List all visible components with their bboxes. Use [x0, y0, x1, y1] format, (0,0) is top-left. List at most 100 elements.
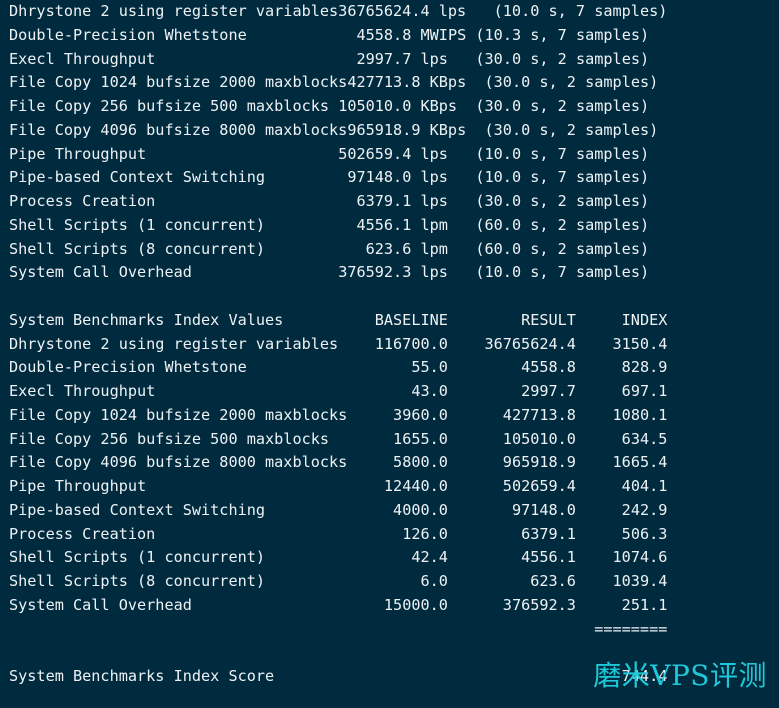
test-value: 427713.8 — [347, 73, 421, 92]
baseline-value: 42.4 — [411, 548, 448, 567]
raw-result-row: Pipe Throughput 502659.4 lps (10.0 s, 7 … — [9, 143, 779, 167]
index-value: 634.5 — [621, 429, 668, 448]
result-value: 376592.3 — [502, 595, 576, 614]
index-value: 1665.4 — [612, 453, 668, 472]
test-value: 6379.1 — [356, 192, 412, 210]
test-unit: MWIPS — [420, 25, 467, 44]
baseline-value: 116700.0 — [374, 334, 448, 353]
result-value: 36765624.4 — [484, 334, 576, 353]
index-row: Shell Scripts (1 concurrent) 42.4 4556.1… — [9, 546, 779, 570]
test-detail: (10.0 s, 7 samples) — [475, 263, 650, 282]
index-value: 1080.1 — [612, 405, 668, 424]
index-value: 1074.6 — [612, 548, 668, 567]
test-value: 502659.4 — [338, 144, 412, 163]
raw-result-row: Shell Scripts (1 concurrent) 4556.1 lpm … — [9, 214, 779, 238]
test-detail: (30.0 s, 2 samples) — [475, 192, 650, 210]
baseline-value: 3960.0 — [393, 405, 448, 424]
test-name: Dhrystone 2 using register variables — [9, 334, 339, 353]
index-row: Shell Scripts (8 concurrent) 6.0 623.6 1… — [9, 570, 779, 594]
baseline-value: 1655.0 — [393, 429, 448, 448]
test-name: File Copy 256 bufsize 500 maxblocks — [9, 97, 330, 115]
baseline-value: 4000.0 — [393, 500, 448, 519]
test-unit: lps — [420, 49, 448, 68]
test-value: 105010.0 — [338, 97, 412, 115]
raw-result-row: File Copy 4096 bufsize 8000 maxblocks965… — [9, 119, 779, 143]
raw-result-row: Process Creation 6379.1 lps (30.0 s, 2 s… — [9, 190, 779, 214]
test-unit: KBps — [429, 73, 467, 92]
test-detail: (30.0 s, 2 samples) — [475, 97, 650, 115]
raw-result-row: Shell Scripts (8 concurrent) 623.6 lpm (… — [9, 238, 779, 262]
index-row: Process Creation 126.0 6379.1 506.3 — [9, 523, 779, 547]
test-name: Pipe-based Context Switching — [9, 168, 266, 187]
test-name: Process Creation — [9, 524, 156, 543]
result-value: 502659.4 — [502, 477, 576, 495]
index-row: System Call Overhead 15000.0 376592.3 25… — [9, 594, 779, 618]
test-name: Dhrystone 2 using register variables — [9, 2, 339, 20]
index-row: Pipe Throughput 12440.0 502659.4 404.1 — [9, 475, 779, 499]
baseline-value: 6.0 — [420, 572, 448, 590]
result-value: 105010.0 — [502, 429, 576, 448]
index-value: 251.1 — [621, 595, 668, 614]
index-value: 242.9 — [621, 500, 668, 519]
index-value: 828.9 — [621, 358, 668, 377]
result-value: 4558.8 — [521, 358, 576, 377]
test-value: 4558.8 — [356, 25, 412, 44]
baseline-value: 126.0 — [402, 524, 448, 543]
raw-result-row: Dhrystone 2 using register variables3676… — [9, 0, 779, 24]
col-baseline: BASELINE — [374, 310, 448, 329]
raw-result-row: Double-Precision Whetstone 4558.8 MWIPS … — [9, 24, 779, 48]
test-name: Shell Scripts (8 concurrent) — [9, 239, 266, 258]
index-table: System Benchmarks Index Values BASELINE … — [0, 309, 779, 689]
test-name: Shell Scripts (1 concurrent) — [9, 548, 266, 567]
index-row: Pipe-based Context Switching 4000.0 9714… — [9, 499, 779, 523]
test-name: Shell Scripts (1 concurrent) — [9, 215, 266, 234]
test-detail: (60.0 s, 2 samples) — [475, 239, 650, 258]
terminal-window[interactable]: Dhrystone 2 using register variables 3676… — [0, 0, 779, 708]
raw-result-row: System Call Overhead 376592.3 lps (10.0 … — [9, 261, 779, 285]
index-value: 506.3 — [621, 524, 668, 543]
score-label: System Benchmarks Index Score — [9, 667, 275, 685]
baseline-value: 12440.0 — [383, 477, 448, 495]
test-name: Pipe Throughput — [9, 144, 147, 163]
test-name: File Copy 1024 bufsize 2000 maxblocks — [9, 73, 348, 92]
result-value: 97148.0 — [511, 500, 576, 519]
test-name: Double-Precision Whetstone — [9, 358, 247, 377]
index-row: File Copy 1024 bufsize 2000 maxblocks 39… — [9, 404, 779, 428]
test-detail: (60.0 s, 2 samples) — [475, 215, 650, 234]
raw-results-block: Dhrystone 2 using register variables3676… — [0, 0, 779, 285]
separator: ======== — [594, 619, 668, 638]
index-value: 3150.4 — [612, 334, 668, 353]
raw-result-row: Execl Throughput 2997.7 lps (30.0 s, 2 s… — [9, 48, 779, 72]
test-value: 4556.1 — [356, 215, 412, 234]
result-value: 623.6 — [530, 572, 576, 590]
index-title: System Benchmarks Index Values — [9, 310, 284, 329]
test-name: Shell Scripts (8 concurrent) — [9, 572, 266, 590]
test-name: File Copy 4096 bufsize 8000 maxblocks — [9, 453, 348, 472]
test-name: Process Creation — [9, 192, 156, 210]
test-value: 2997.7 — [356, 49, 412, 68]
index-value: 697.1 — [621, 382, 668, 400]
watermark-logo: 磨米VPS评测 — [593, 659, 767, 692]
baseline-value: 15000.0 — [383, 595, 448, 614]
test-unit: KBps — [420, 97, 458, 115]
raw-result-row: Pipe-based Context Switching 97148.0 lps… — [9, 166, 779, 190]
test-unit: lpm — [420, 239, 448, 258]
test-unit: lps — [438, 2, 467, 20]
test-name: File Copy 1024 bufsize 2000 maxblocks — [9, 405, 348, 424]
test-value: 623.6 — [365, 239, 412, 258]
result-value: 965918.9 — [502, 453, 576, 472]
baseline-value: 43.0 — [411, 382, 448, 400]
test-detail: (10.0 s, 7 samples) — [493, 2, 668, 20]
test-detail: (30.0 s, 2 samples) — [484, 73, 659, 92]
test-value: 965918.9 — [347, 120, 421, 139]
test-name: File Copy 4096 bufsize 8000 maxblocks — [9, 120, 348, 139]
index-header-row: System Benchmarks Index Values BASELINE … — [9, 309, 779, 333]
test-unit: lps — [420, 168, 448, 187]
separator-line: ======== — [9, 618, 779, 642]
test-name: Execl Throughput — [9, 49, 156, 68]
raw-result-row: File Copy 256 bufsize 500 maxblocks 1050… — [9, 95, 779, 119]
index-value: 404.1 — [621, 477, 668, 495]
test-unit: lps — [420, 144, 448, 163]
index-row: File Copy 256 bufsize 500 maxblocks 1655… — [9, 428, 779, 452]
test-value: 97148.0 — [347, 168, 412, 187]
